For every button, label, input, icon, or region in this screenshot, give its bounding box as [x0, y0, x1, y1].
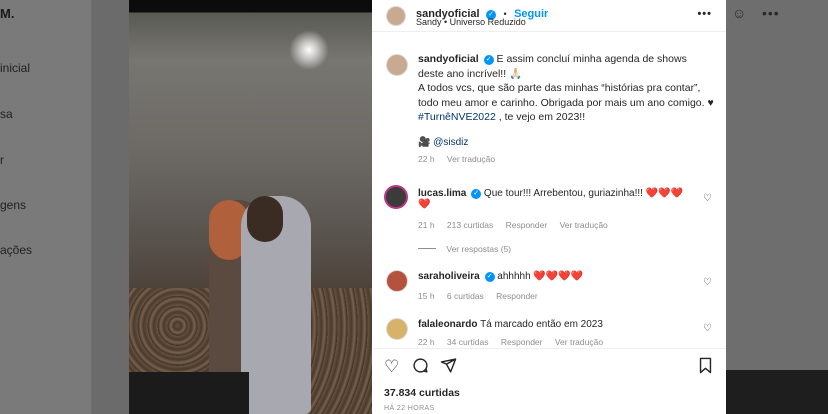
comment-username[interactable]: lucas.lima	[418, 188, 466, 199]
caption-time: 22 h	[418, 153, 435, 164]
comment-body: saraholiveira ✓ ahhhhh ❤️❤️❤️❤️	[418, 271, 698, 282]
comment-avatar[interactable]	[386, 318, 408, 340]
author-avatar[interactable]	[386, 6, 406, 26]
post-subtitle[interactable]: Sandy • Universo Reduzido	[416, 17, 526, 27]
caption-avatar[interactable]	[386, 54, 408, 76]
comment-text: Que tour!!! Arrebentou, guriazinha!!! ❤️…	[483, 188, 684, 199]
reply-button[interactable]: Responder	[506, 220, 548, 230]
background-nav-item: gens	[0, 198, 27, 212]
add-person-icon: ☺	[732, 5, 747, 21]
caption-username[interactable]: sandyoficial	[418, 53, 479, 65]
reply-button[interactable]: Responder	[501, 337, 543, 347]
replies-line	[418, 248, 436, 249]
background-sidebar: M. inicial sa r gens ações	[0, 0, 92, 414]
comment-text: Tá marcado então em 2023	[480, 319, 603, 330]
caption-line: A todos vcs, que são parte das minhas “h…	[418, 82, 714, 109]
person-head	[247, 196, 283, 242]
comment-meta: 21 h 213 curtidas Responder Ver tradução	[418, 220, 618, 230]
background-logo: M.	[0, 6, 15, 21]
caption-body: sandyoficial ✓ E assim concluí minha age…	[418, 52, 714, 125]
background-nav-item: sa	[0, 107, 13, 121]
comment-like-icon[interactable]: ♡	[703, 277, 712, 288]
caption-line: , te vejo em 2023!!	[495, 111, 586, 123]
comment-icon[interactable]	[412, 357, 429, 379]
translate-link[interactable]: Ver tradução	[555, 337, 603, 347]
comment-text: ❤️	[418, 199, 431, 210]
comment-meta: 15 h 6 curtidas Responder	[418, 291, 548, 301]
comment-like-icon[interactable]: ♡	[703, 323, 712, 334]
verified-icon: ✓	[483, 55, 494, 65]
comment-likes[interactable]: 34 curtidas	[447, 337, 489, 347]
credit-mention[interactable]: @sisdiz	[433, 137, 468, 148]
post-photo	[129, 0, 372, 414]
like-icon[interactable]: ♡	[384, 357, 399, 377]
background-nav-item: inicial	[0, 61, 31, 75]
save-icon[interactable]	[697, 357, 714, 379]
credit-row: 🎥 @sisdiz	[418, 137, 714, 148]
background-right-area: ☺ •••	[726, 0, 828, 414]
spotlight	[289, 30, 329, 70]
comment-body: falaleonardo Tá marcado então em 2023	[418, 319, 698, 330]
comment-meta: 22 h 34 curtidas Responder Ver tradução	[418, 337, 613, 347]
background-nav-item: r	[0, 153, 4, 167]
comment-time: 15 h	[418, 291, 435, 301]
comment-time: 22 h	[418, 337, 435, 347]
caption-meta: 22 h Ver tradução	[418, 154, 714, 164]
comment-likes[interactable]: 213 curtidas	[447, 220, 493, 230]
stage-equipment	[129, 372, 249, 414]
comment-username[interactable]: falaleonardo	[418, 319, 477, 330]
comment-time: 21 h	[418, 220, 435, 230]
post-details-panel: sandyoficial ✓ • Seguir Sandy • Universo…	[372, 0, 726, 414]
reply-button[interactable]: Responder	[496, 291, 538, 301]
verified-icon: ✓	[484, 272, 495, 282]
comment-likes[interactable]: 6 curtidas	[447, 291, 484, 301]
more-options-icon[interactable]: •••	[697, 8, 712, 20]
post-date: HÁ 22 HORAS	[384, 405, 435, 412]
post-modal: sandyoficial ✓ • Seguir Sandy • Universo…	[129, 0, 726, 414]
caption: sandyoficial ✓ E assim concluí minha age…	[418, 52, 714, 164]
comment-text: ahhhhh ❤️❤️❤️❤️	[497, 271, 584, 282]
translate-link[interactable]: Ver tradução	[560, 220, 608, 230]
background-more-icon: •••	[762, 5, 780, 21]
comment-avatar[interactable]	[384, 185, 408, 209]
action-bar: ♡ 37.834 curtidas HÁ 22 HORAS	[372, 348, 726, 414]
video-camera-icon: 🎥	[418, 136, 431, 148]
verified-icon: ✓	[471, 189, 482, 199]
comment-like-icon[interactable]: ♡	[703, 193, 712, 204]
hashtag-link[interactable]: #TurnêNVE2022	[418, 111, 496, 123]
view-replies[interactable]: Ver respostas (5)	[418, 244, 521, 254]
view-replies-label[interactable]: Ver respostas (5)	[446, 244, 511, 254]
likes-count[interactable]: 37.834 curtidas	[384, 387, 460, 399]
background-nav-item: ações	[0, 243, 33, 257]
comment-body: lucas.lima ✓ Que tour!!! Arrebentou, gur…	[418, 188, 698, 210]
background-dark-block	[726, 370, 828, 414]
comment-username[interactable]: saraholiveira	[418, 271, 480, 282]
translate-link[interactable]: Ver tradução	[447, 154, 495, 164]
post-header: sandyoficial ✓ • Seguir Sandy • Universo…	[372, 0, 726, 32]
share-icon[interactable]	[440, 357, 457, 379]
comment-avatar[interactable]	[386, 270, 408, 292]
